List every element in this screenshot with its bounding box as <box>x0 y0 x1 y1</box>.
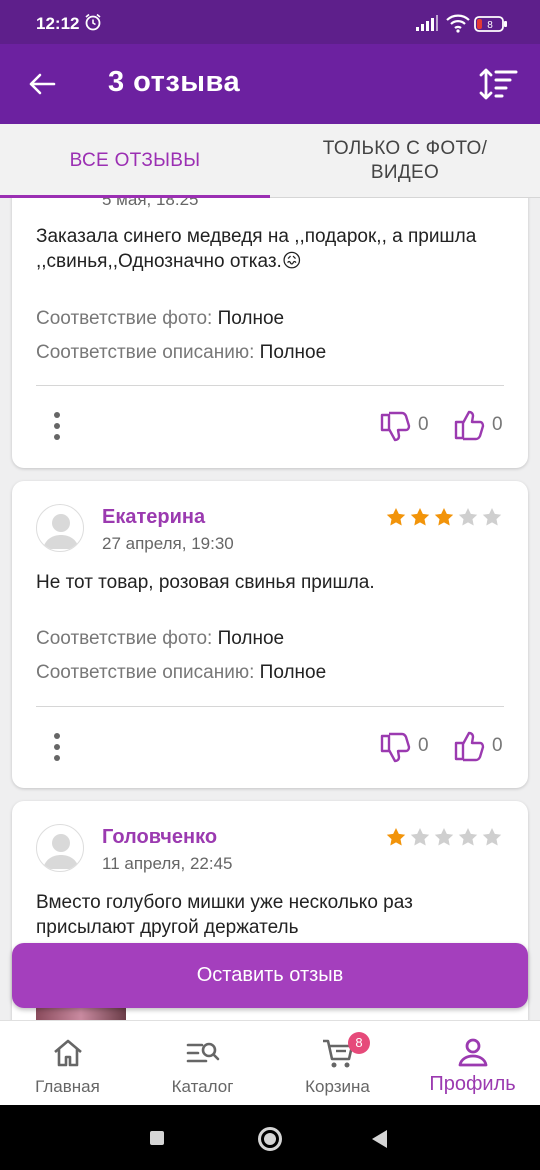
catalog-search-icon <box>186 1042 219 1063</box>
recents-button[interactable] <box>150 1131 164 1145</box>
like-count: 0 <box>492 414 503 435</box>
avatar <box>36 504 84 552</box>
leave-review-button[interactable]: Оставить отзыв <box>12 943 528 1008</box>
review-text: Вместо голубого мишки уже несколько раз … <box>36 892 413 938</box>
thumbs-down-icon[interactable] <box>378 409 412 443</box>
back-button[interactable] <box>372 1130 387 1148</box>
star-filled-icon <box>386 508 406 526</box>
bottom-navigation: Главная Каталог 8 Корзина Профиль <box>0 1020 540 1105</box>
review-card: 5 мая, 18:25 Заказала синего медведя на … <box>12 198 528 468</box>
description-match-value: Полное <box>259 342 327 363</box>
photo-match: Соответствие фото: Полное <box>36 628 284 650</box>
star-filled-icon <box>386 828 406 846</box>
sort-icon[interactable] <box>478 66 518 102</box>
tab-with-photo-video[interactable]: ТОЛЬКО С ФОТО/ ВИДЕО <box>270 124 540 198</box>
star-empty-icon <box>410 828 430 846</box>
wifi-icon <box>446 14 470 33</box>
battery-level: 8 <box>487 20 493 31</box>
reviews-list[interactable]: 5 мая, 18:25 Заказала синего медведя на … <box>0 198 540 1020</box>
app-bar: 3 отзыва <box>0 44 540 124</box>
description-match-label: Соответствие описанию: <box>36 342 255 363</box>
review-text: Не тот товар, розовая свинья пришла. <box>36 572 375 593</box>
dislike-count: 0 <box>418 735 429 756</box>
thumbs-up-icon[interactable] <box>452 730 486 764</box>
nav-catalog-label: Каталог <box>171 1077 234 1096</box>
photo-match-label: Соответствие фото: <box>36 308 213 329</box>
nav-cart-label: Корзина <box>305 1077 370 1096</box>
review-tabs: ВСЕ ОТЗЫВЫ ТОЛЬКО С ФОТО/ ВИДЕО <box>0 124 540 198</box>
battery-icon: 8 <box>474 16 507 32</box>
nav-home-label: Главная <box>35 1077 100 1096</box>
star-empty-icon <box>482 828 502 846</box>
system-navigation-bar <box>0 1105 540 1170</box>
profile-icon <box>458 1038 487 1067</box>
status-bar: 12:12 8 <box>0 0 540 44</box>
tab-all-reviews[interactable]: ВСЕ ОТЗЫВЫ <box>0 124 270 198</box>
avatar <box>36 824 84 872</box>
user-placeholder-icon <box>43 834 79 869</box>
nav-profile[interactable]: Профиль <box>405 1021 540 1106</box>
nav-home[interactable]: Главная <box>0 1021 135 1106</box>
star-empty-icon <box>482 508 502 526</box>
star-empty-icon <box>458 828 478 846</box>
nav-catalog[interactable]: Каталог <box>135 1021 270 1106</box>
home-icon <box>53 1039 82 1067</box>
nav-cart[interactable]: 8 Корзина <box>270 1021 405 1106</box>
review-date: 5 мая, 18:25 <box>102 198 199 209</box>
signal-icon <box>416 15 438 31</box>
description-match-value: Полное <box>259 662 327 683</box>
star-filled-icon <box>410 508 430 526</box>
star-empty-icon <box>458 508 478 526</box>
description-match-label: Соответствие описанию: <box>36 662 255 683</box>
review-text: Заказала синего медведя на ,,подарок,, а… <box>36 226 477 272</box>
photo-match-value: Полное <box>217 308 285 329</box>
back-arrow-icon[interactable] <box>26 68 58 100</box>
more-vert-icon[interactable] <box>52 411 62 441</box>
photo-match: Соответствие фото: Полное <box>36 308 284 330</box>
alarm-icon <box>85 13 101 31</box>
nav-profile-label: Профиль <box>429 1073 516 1095</box>
reviewer-name: Екатерина <box>102 506 206 528</box>
user-placeholder-icon <box>43 514 79 549</box>
dislike-count: 0 <box>418 414 429 435</box>
review-date: 11 апреля, 22:45 <box>102 854 233 873</box>
like-count: 0 <box>492 735 503 756</box>
rating-stars <box>386 507 502 527</box>
review-card: Екатерина 27 апреля, 19:30 Не тот товар,… <box>12 481 528 788</box>
star-empty-icon <box>434 828 454 846</box>
thumbs-down-icon[interactable] <box>378 730 412 764</box>
more-vert-icon[interactable] <box>52 732 62 762</box>
thumbs-up-icon[interactable] <box>452 409 486 443</box>
photo-match-label: Соответствие фото: <box>36 628 213 649</box>
divider <box>36 385 504 386</box>
rating-stars <box>386 827 502 847</box>
home-button[interactable] <box>258 1127 282 1151</box>
review-date: 27 апреля, 19:30 <box>102 534 234 553</box>
photo-match-value: Полное <box>217 628 285 649</box>
divider <box>36 706 504 707</box>
status-time: 12:12 <box>36 14 80 33</box>
page-title: 3 отзыва <box>108 66 241 98</box>
cart-badge: 8 <box>348 1032 370 1054</box>
star-filled-icon <box>434 508 454 526</box>
reviewer-name: Головченко <box>102 826 218 848</box>
description-match: Соответствие описанию: Полное <box>36 662 326 684</box>
description-match: Соответствие описанию: Полное <box>36 342 326 364</box>
